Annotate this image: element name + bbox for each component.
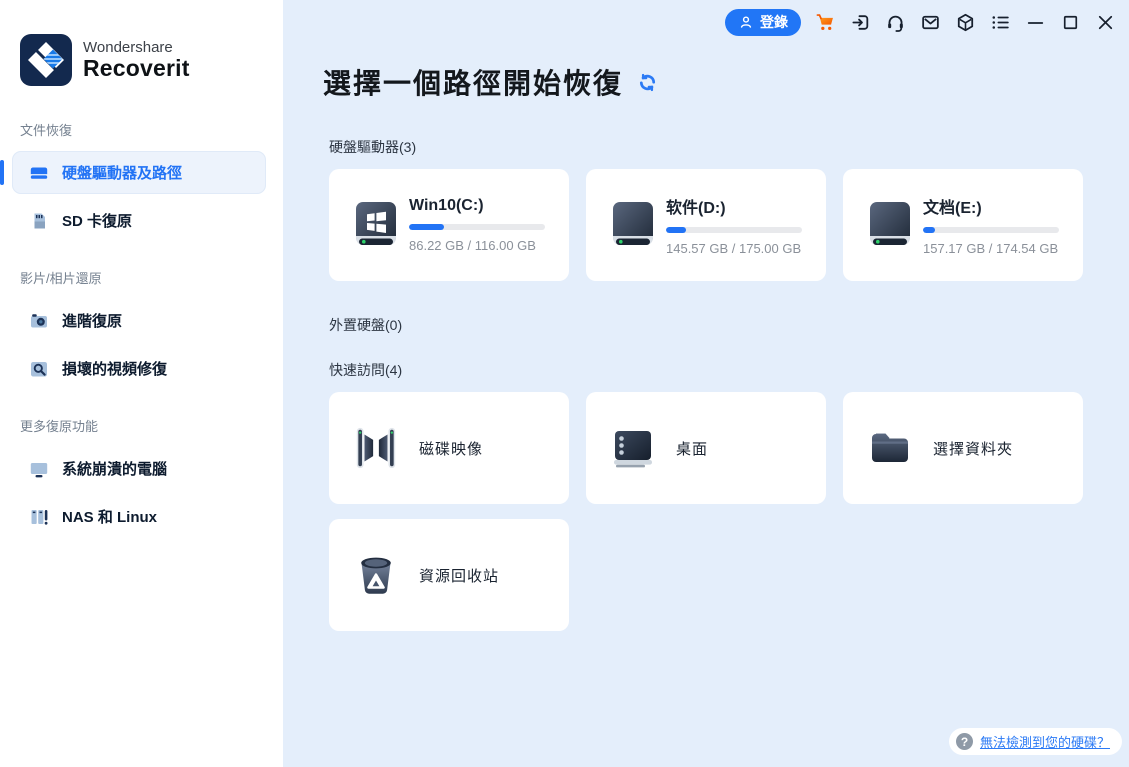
drive-card-e[interactable]: 文档(E:) 157.17 GB / 174.54 GB xyxy=(843,169,1083,281)
minimize-button[interactable] xyxy=(1025,12,1046,33)
sidebar: Wondershare Recoverit 文件恢復 硬盤驅動器及路徑 SD 卡… xyxy=(0,0,283,767)
hard-drive-icon xyxy=(29,163,49,183)
drive-usage-text: 86.22 GB / 116.00 GB xyxy=(409,238,545,253)
cart-icon[interactable] xyxy=(815,12,836,33)
disk-image-icon xyxy=(353,424,399,472)
hard-drive-icon xyxy=(867,200,913,250)
drive-usage-bar xyxy=(923,227,1059,233)
brand-product: Recoverit xyxy=(83,56,190,81)
camera-icon xyxy=(29,311,49,331)
topbar: 登錄 xyxy=(283,0,1129,38)
login-button[interactable]: 登錄 xyxy=(725,9,801,36)
drive-card-d[interactable]: 软件(D:) 145.57 GB / 175.00 GB xyxy=(586,169,826,281)
sidebar-item-enhanced-recovery[interactable]: 進階復原 xyxy=(12,299,266,342)
drive-not-detected-help[interactable]: 無法檢測到您的硬碟？ xyxy=(949,728,1122,755)
drive-name: 文档(E:) xyxy=(923,194,1059,218)
nav-section-file-recovery: 文件恢復 xyxy=(20,120,283,139)
quick-card-label: 資源回收站 xyxy=(419,565,499,586)
drive-usage-bar xyxy=(666,227,802,233)
quick-card-label: 桌面 xyxy=(676,438,708,459)
nav-section-more-recovery: 更多復原功能 xyxy=(20,416,283,435)
sidebar-item-nas-and-linux[interactable]: NAS 和 Linux xyxy=(12,495,266,538)
refresh-icon[interactable] xyxy=(637,72,658,93)
close-button[interactable] xyxy=(1095,12,1116,33)
section-label-quick-access: 快速訪問(4) xyxy=(329,360,1083,380)
mail-icon[interactable] xyxy=(920,12,941,33)
sidebar-item-label: SD 卡復原 xyxy=(62,210,132,231)
sidebar-item-label: NAS 和 Linux xyxy=(62,506,157,527)
nav-section-photo-video-recovery: 影片/相片還原 xyxy=(20,268,283,287)
page-title: 選擇一個路徑開始恢復 xyxy=(323,62,623,102)
computer-icon xyxy=(29,459,49,479)
quick-access-grid: 磁碟映像 桌面 xyxy=(329,392,1083,631)
sign-in-icon[interactable] xyxy=(850,12,871,33)
drive-usage-bar xyxy=(409,224,545,230)
hard-drive-icon xyxy=(610,200,656,250)
quick-card-recycle-bin[interactable]: 資源回收站 xyxy=(329,519,569,631)
sidebar-item-label: 系統崩潰的電腦 xyxy=(62,458,167,479)
drive-card-grid: Win10(C:) 86.22 GB / 116.00 GB xyxy=(329,169,1083,281)
sidebar-nav: 文件恢復 硬盤驅動器及路徑 SD 卡復原 影片/相片還原 進階復原 xyxy=(0,120,283,538)
quick-card-label: 磁碟映像 xyxy=(419,438,483,459)
support-headset-icon[interactable] xyxy=(885,12,906,33)
windows-drive-icon xyxy=(353,200,399,250)
drive-name: Win10(C:) xyxy=(409,197,545,215)
maximize-button[interactable] xyxy=(1060,12,1081,33)
desktop-icon xyxy=(610,424,656,472)
sidebar-item-label: 損壞的視頻修復 xyxy=(62,358,167,379)
login-label: 登錄 xyxy=(760,12,788,32)
menu-list-icon[interactable] xyxy=(990,12,1011,33)
sidebar-item-corrupted-video-repair[interactable]: 損壞的視頻修復 xyxy=(12,347,266,390)
main-panel: 登錄 xyxy=(283,0,1129,767)
quick-card-desktop[interactable]: 桌面 xyxy=(586,392,826,504)
sidebar-item-hard-drives-and-paths[interactable]: 硬盤驅動器及路徑 xyxy=(12,151,266,194)
sidebar-item-sd-card-recovery[interactable]: SD 卡復原 xyxy=(12,199,266,242)
brand-logo: Wondershare Recoverit xyxy=(20,34,283,86)
video-repair-icon xyxy=(29,359,49,379)
sd-card-icon xyxy=(29,211,49,231)
app-window: Wondershare Recoverit 文件恢復 硬盤驅動器及路徑 SD 卡… xyxy=(0,0,1129,767)
drive-usage-text: 145.57 GB / 175.00 GB xyxy=(666,241,802,256)
package-cube-icon[interactable] xyxy=(955,12,976,33)
brand-company: Wondershare xyxy=(83,39,190,56)
help-link-text: 無法檢測到您的硬碟？ xyxy=(980,732,1110,751)
sidebar-item-label: 硬盤驅動器及路徑 xyxy=(62,162,182,183)
quick-card-label: 選擇資料夾 xyxy=(933,438,1013,459)
drive-usage-text: 157.17 GB / 174.54 GB xyxy=(923,241,1059,256)
nas-server-icon xyxy=(29,507,49,527)
drive-name: 软件(D:) xyxy=(666,194,802,218)
recoverit-logo-icon xyxy=(20,34,72,86)
section-label-external-drives: 外置硬盤(0) xyxy=(329,315,1083,335)
section-label-hard-drives: 硬盤驅動器(3) xyxy=(329,137,1083,157)
drive-card-c[interactable]: Win10(C:) 86.22 GB / 116.00 GB xyxy=(329,169,569,281)
quick-card-select-folder[interactable]: 選擇資料夾 xyxy=(843,392,1083,504)
sidebar-item-crashed-computer[interactable]: 系統崩潰的電腦 xyxy=(12,447,266,490)
help-question-icon xyxy=(956,733,973,750)
quick-card-disk-image[interactable]: 磁碟映像 xyxy=(329,392,569,504)
recycle-bin-icon xyxy=(353,551,399,599)
person-icon xyxy=(738,14,754,30)
folder-icon xyxy=(867,424,913,472)
sidebar-item-label: 進階復原 xyxy=(62,310,122,331)
